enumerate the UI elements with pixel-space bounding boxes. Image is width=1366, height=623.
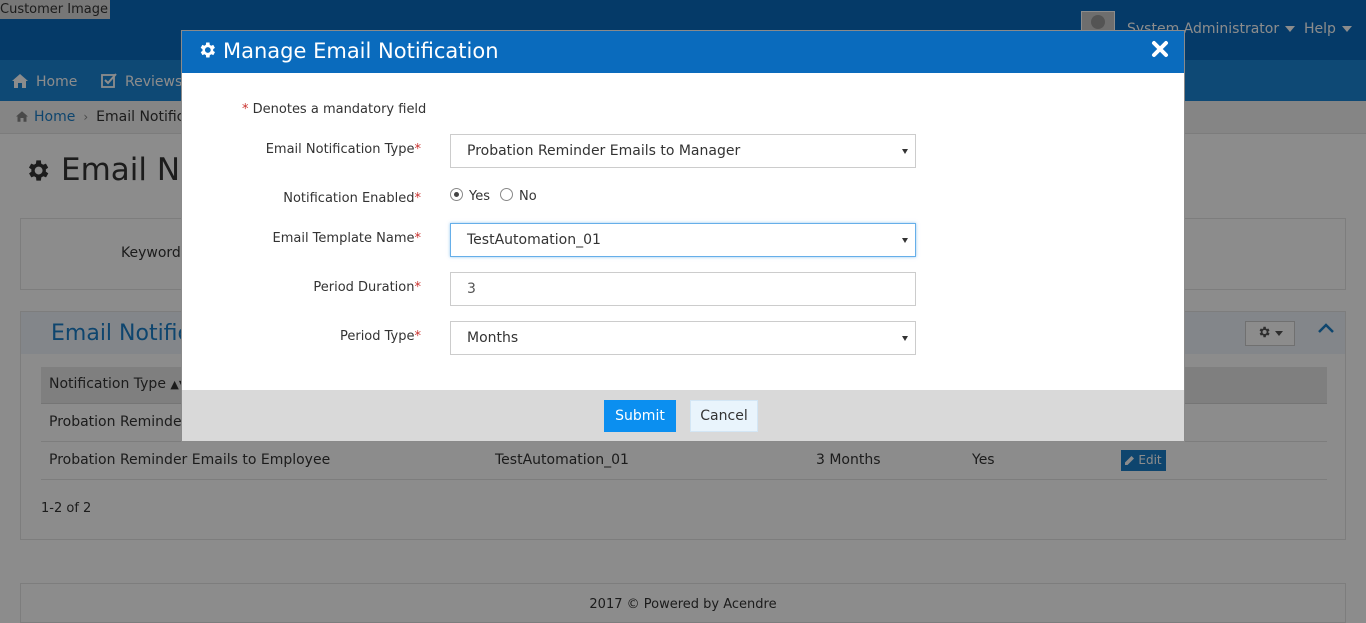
period-type-label: Period Type* [339, 329, 421, 344]
modal-footer: Submit Cancel [182, 390, 1184, 441]
modal-header: Manage Email Notification [182, 31, 1184, 73]
period-type-select[interactable]: Months [450, 321, 916, 355]
close-icon[interactable] [1151, 40, 1169, 58]
gear-icon [200, 42, 215, 58]
caret-down-icon [902, 149, 908, 154]
enabled-no-radio[interactable] [500, 188, 513, 201]
period-duration-input[interactable] [450, 272, 916, 306]
modal-title: Manage Email Notification [197, 39, 499, 63]
period-duration-label: Period Duration* [313, 280, 421, 295]
notification-enabled-label: Notification Enabled* [283, 191, 421, 206]
template-name-select[interactable]: TestAutomation_01 [450, 223, 916, 257]
template-name-label: Email Template Name* [272, 231, 421, 246]
caret-down-icon [902, 336, 908, 341]
manage-email-notification-dialog: Manage Email Notification * Denotes a ma… [181, 30, 1185, 442]
submit-button[interactable]: Submit [604, 400, 676, 432]
notification-enabled-radios: Yes No [450, 188, 547, 204]
mandatory-note: * Denotes a mandatory field [242, 102, 427, 117]
notification-type-label: Email Notification Type* [265, 142, 421, 157]
enabled-yes-radio[interactable] [450, 188, 463, 201]
caret-down-icon [902, 238, 908, 243]
notification-type-select[interactable]: Probation Reminder Emails to Manager [450, 134, 916, 168]
cancel-button[interactable]: Cancel [690, 400, 758, 432]
